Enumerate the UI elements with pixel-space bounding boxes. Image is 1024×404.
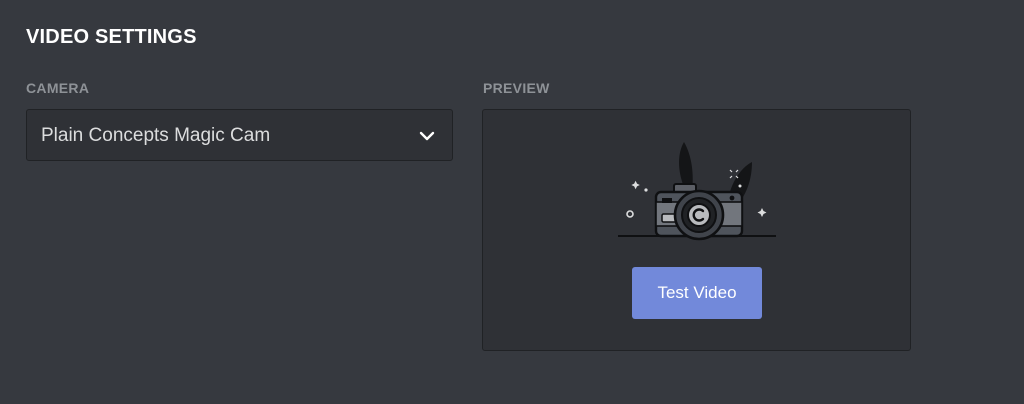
video-settings-page: VIDEO SETTINGS CAMERA Plain Concepts Mag…	[0, 0, 1024, 404]
camera-illustration	[618, 142, 776, 241]
burst-top-right	[729, 169, 739, 179]
section-title: VIDEO SETTINGS	[26, 26, 197, 48]
camera-select-value: Plain Concepts Magic Cam	[41, 125, 271, 146]
camera-label: CAMERA	[26, 80, 90, 96]
chevron-down-icon	[419, 131, 435, 141]
preview-label: PREVIEW	[483, 80, 550, 96]
camera-select[interactable]: Plain Concepts Magic Cam	[26, 109, 453, 161]
video-preview-panel: Test Video	[482, 109, 911, 351]
sparkle-right	[757, 208, 767, 217]
ring-left	[626, 210, 634, 218]
sparkle-left	[631, 180, 640, 190]
test-video-button[interactable]: Test Video	[632, 267, 762, 319]
